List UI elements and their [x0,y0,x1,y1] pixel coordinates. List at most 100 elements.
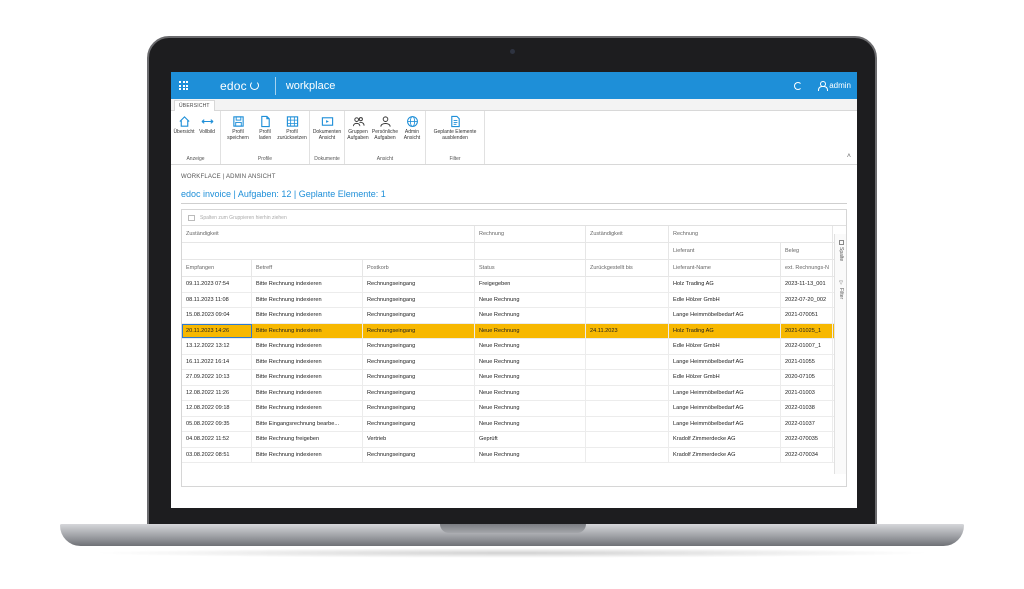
cell-postkorb: Vertrieb [363,432,475,447]
group-tasks-icon [351,114,365,128]
column-header-postkorb[interactable]: Postkorb [363,260,475,276]
cell-zurueckgestellt [586,277,669,292]
cell-postkorb: Rechnungseingang [363,308,475,323]
column-header-ext-rechnungs-nr[interactable]: ext. Rechnungs-N [781,260,833,276]
app-screen: edoc workplace admin ÜBERSICHT Übersicht… [171,72,857,508]
user-name: admin [829,81,851,90]
cell-ext-rechnungs-nr: 2022-01007_1 [781,339,833,354]
gruppen-aufgaben-label: Gruppen Aufgaben [347,129,369,141]
side-tab-filters-label: Filter [838,288,844,300]
personal-tasks-icon [378,114,392,128]
table-row[interactable]: 05.08.2022 09:35 Bitte Eingangsrechnung b… [182,416,846,432]
cell-empfangen: 08.11.2023 11:08 [182,292,252,307]
cell-ext-rechnungs-nr: 2021-01025_1 [781,323,833,338]
sub-band-empty-1 [182,243,475,259]
table-row-selected[interactable]: 20.11.2023 14:26 Bitte Rechnung indexiere… [182,323,846,339]
ribbon-group-label: Anzeige [186,156,205,162]
vollbild-label: Vollbild [199,129,215,135]
cell-zurueckgestellt [586,416,669,431]
app-launcher-icon[interactable] [179,81,188,90]
refresh-icon[interactable] [794,81,803,90]
ribbon: Übersicht Vollbild Anzeige Profil speich… [171,111,857,165]
table-row[interactable]: 03.08.2022 08:51 Bitte Rechnung indexiere… [182,447,846,463]
ribbon-group-anzeige: Übersicht Vollbild Anzeige [171,111,221,164]
page-title: edoc invoice | Aufgaben: 12 | Geplante E… [181,189,847,204]
cell-betreff: Bitte Rechnung indexieren [252,277,363,292]
cell-lieferant-name: Lange Heimmöbelbedarf AG [669,308,781,323]
cell-ext-rechnungs-nr: 2020-07105 [781,370,833,385]
side-tab-columns[interactable]: Spalte [837,240,845,261]
home-icon [177,114,191,128]
profil-laden-label: Profil laden [258,129,272,141]
cell-status: Neue Rechnung [475,323,586,338]
cell-lieferant-name: Lange Heimmöbelbedarf AG [669,385,781,400]
cell-empfangen: 15.08.2023 09:04 [182,308,252,323]
cell-lieferant-name: Lange Heimmöbelbedarf AG [669,416,781,431]
ribbon-group-dokumente: Dokumenten Ansicht Dokumente [310,111,345,164]
column-header-empfangen[interactable]: Empfangen [182,260,252,276]
cell-lieferant-name: Edle Hölzer GmbH [669,292,781,307]
column-header-status[interactable]: Status [475,260,586,276]
scheduled-items-icon [448,114,462,128]
table-row[interactable]: 12.08.2022 11:26 Bitte Rechnung indexiere… [182,385,846,401]
cell-status: Geprüft [475,432,586,447]
admin-globe-icon [405,114,419,128]
laptop-notch [440,524,586,533]
cell-empfangen: 16.11.2022 16:14 [182,354,252,369]
ribbon-group-label: Ansicht [376,156,394,162]
cell-betreff: Bitte Rechnung freigeben [252,432,363,447]
ribbon-group-label: Dokumente [314,156,340,162]
column-header-zurueckgestellt[interactable]: Zurückgestellt bis [586,260,669,276]
cell-postkorb: Rechnungseingang [363,277,475,292]
user-menu[interactable]: admin [818,81,851,91]
table-row[interactable]: 12.08.2022 09:18 Bitte Rechnung indexiere… [182,401,846,417]
band-rechnung: Rechnung [475,226,586,242]
cell-betreff: Bitte Rechnung indexieren [252,385,363,400]
table-row[interactable]: 09.11.2023 07:54 Bitte Rechnung indexiere… [182,277,846,293]
document-view-icon [320,114,334,128]
cell-lieferant-name: Lange Heimmöbelbedarf AG [669,354,781,369]
side-tab-columns-label: Spalte [838,247,844,262]
ribbon-group-label: Filter [449,156,461,162]
sub-band-empty-2 [475,243,586,259]
ribbon-collapse-chevron-icon[interactable]: ˄ [847,153,851,160]
logo-text: edoc [220,78,247,93]
table-row[interactable]: 15.08.2023 09:04 Bitte Rechnung indexiere… [182,308,846,324]
cell-empfangen: 12.08.2022 09:18 [182,401,252,416]
cell-empfangen: 04.08.2022 11:52 [182,432,252,447]
side-tab-filters[interactable]: ▽ Filter [837,280,845,299]
cell-betreff: Bitte Rechnung indexieren [252,401,363,416]
columns-icon [838,240,844,245]
ribbon-group-label: Profile [257,156,273,162]
cell-lieferant-name: Holz Trading AG [669,277,781,292]
cell-lieferant-name: Lange Heimmöbelbedarf AG [669,401,781,416]
table-row[interactable]: 13.12.2022 13:12 Bitte Rechnung indexiere… [182,339,846,355]
cell-betreff: Bitte Rechnung indexieren [252,370,363,385]
table-row[interactable]: 04.08.2022 11:52 Bitte Rechnung freigeben… [182,432,846,448]
cell-zurueckgestellt [586,292,669,307]
table-row[interactable]: 27.09.2022 10:13 Bitte Rechnung indexiere… [182,370,846,386]
cell-empfangen: 05.08.2022 09:35 [182,416,252,431]
ribbon-group-filter: Geplante Elemente ausblenden Filter [426,111,485,164]
cell-zurueckgestellt [586,432,669,447]
expand-icon [200,114,214,128]
column-header-betreff[interactable]: Betreff [252,260,363,276]
cell-betreff: Bitte Rechnung indexieren [252,354,363,369]
tab-uebersicht[interactable]: ÜBERSICHT [174,100,215,111]
cell-status: Neue Rechnung [475,354,586,369]
band-zustaendigkeit-2: Zuständigkeit [586,226,669,242]
cell-lieferant-name: Kradolf Zimmerdecke AG [669,447,781,462]
ribbon-tabbar: ÜBERSICHT [171,99,857,111]
table-row[interactable]: 16.11.2022 16:14 Bitte Rechnung indexiere… [182,354,846,370]
group-panel[interactable]: Spalten zum Gruppieren hierhin ziehen [182,210,846,226]
table-row[interactable]: 08.11.2023 11:08 Bitte Rechnung indexiere… [182,292,846,308]
user-icon [818,81,829,91]
cell-ext-rechnungs-nr: 2021-070051 [781,308,833,323]
cell-status: Neue Rechnung [475,370,586,385]
cell-postkorb: Rechnungseingang [363,292,475,307]
band-header-row: Zuständigkeit Rechnung Zuständigkeit Rec… [182,226,846,243]
edoc-logo: edoc [220,79,259,93]
cell-empfangen: 03.08.2022 08:51 [182,447,252,462]
cell-zurueckgestellt: 24.11.2023 [586,323,669,338]
column-header-lieferant-name[interactable]: Lieferant-Name [669,260,781,276]
